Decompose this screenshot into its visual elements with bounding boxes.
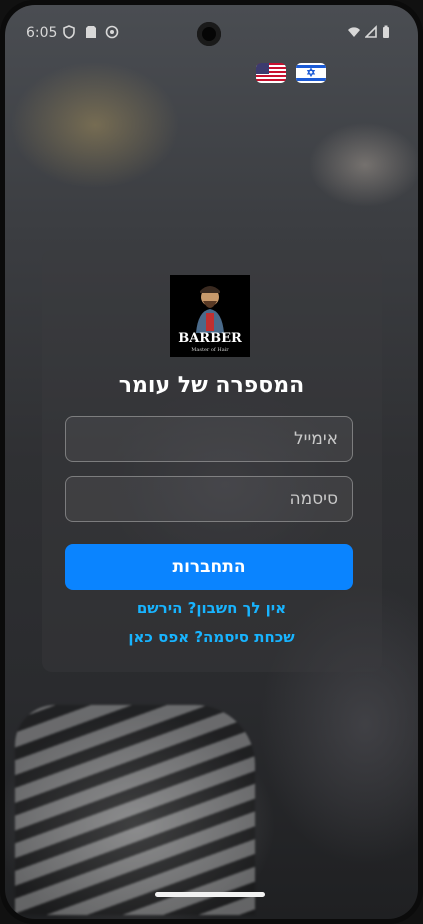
battery-icon xyxy=(382,25,394,39)
forgot-password-link[interactable]: שכחת סיסמה? אפס כאן xyxy=(5,628,418,646)
phone-frame: 6:05 BARBER Master of Hair המספרה של עומ… xyxy=(0,0,423,924)
login-button[interactable]: התחברות xyxy=(65,544,353,590)
signal-icon xyxy=(364,25,377,39)
barber-logo: BARBER Master of Hair xyxy=(170,275,250,357)
password-placeholder: סיסמה xyxy=(289,489,338,509)
us-flag-icon[interactable] xyxy=(256,63,286,83)
logo-text: BARBER xyxy=(178,331,242,346)
email-field[interactable]: אימייל xyxy=(65,416,353,462)
logo-subtext: Master of Hair xyxy=(191,347,229,353)
front-camera xyxy=(197,22,221,46)
register-link[interactable]: אין לך חשבון? הירשם xyxy=(5,599,418,617)
background-photo xyxy=(15,705,255,915)
screen: 6:05 BARBER Master of Hair המספרה של עומ… xyxy=(5,5,418,919)
israel-flag-icon[interactable] xyxy=(296,63,326,83)
wifi-icon xyxy=(347,25,360,39)
password-field[interactable]: סיסמה xyxy=(65,476,353,522)
status-bar: 6:05 xyxy=(5,5,418,63)
language-selector xyxy=(256,63,326,83)
sim-card-icon xyxy=(85,25,97,39)
shield-icon xyxy=(63,25,75,39)
status-time: 6:05 xyxy=(26,25,58,41)
app-title: המספרה של עומר xyxy=(118,373,305,398)
email-placeholder: אימייל xyxy=(294,429,338,449)
gesture-nav-bar[interactable] xyxy=(155,892,265,897)
app-notification-icon xyxy=(105,25,119,39)
